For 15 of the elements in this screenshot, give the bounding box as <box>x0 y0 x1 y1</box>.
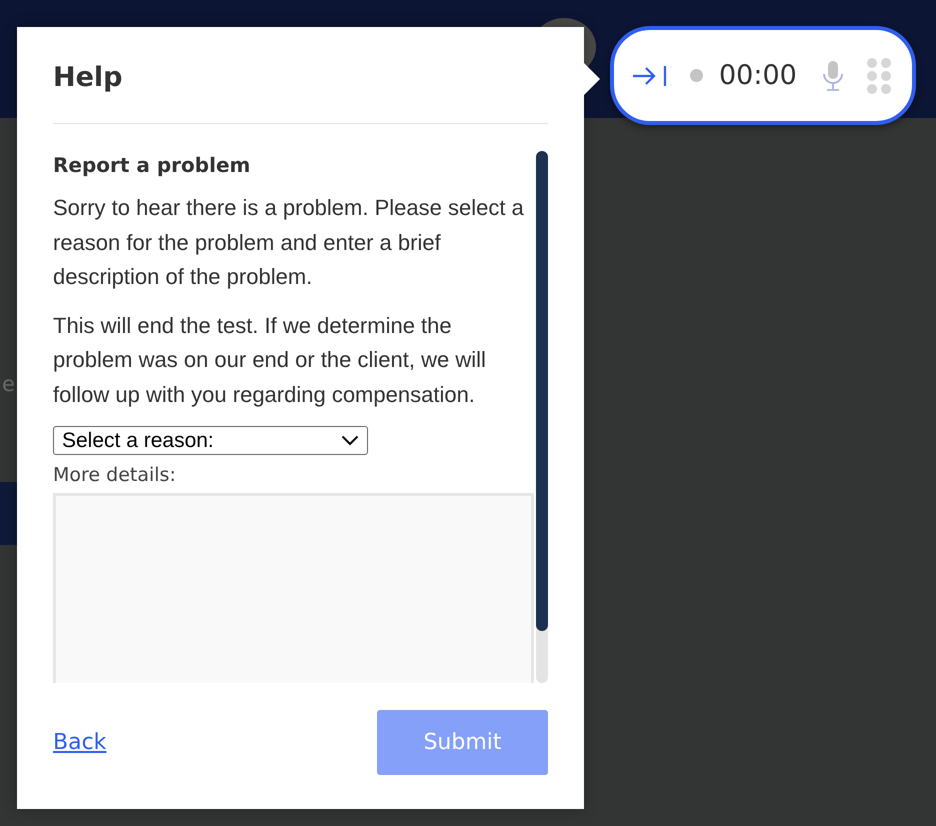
timer: 00:00 <box>719 60 797 91</box>
record-dot-icon <box>690 69 703 82</box>
drag-handle-icon[interactable] <box>866 56 892 94</box>
paragraph: This will end the test. If we determine the problem was on our end or the client, we will follow up with you regarding compensation. <box>53 312 487 409</box>
dialog-title: Help <box>53 61 124 95</box>
reason-select[interactable]: Select a reason: <box>53 426 368 455</box>
section-heading: Report a problem <box>53 153 252 177</box>
back-link[interactable]: Back <box>53 730 106 755</box>
details-field[interactable] <box>53 493 534 683</box>
paragraph: Sorry to hear there is a problem. Please select a reason for the problem and enter a brief description of the problem. <box>53 194 525 291</box>
details-label: More details: <box>53 463 177 488</box>
scrollbar[interactable] <box>536 151 548 683</box>
microphone-icon[interactable] <box>820 60 845 92</box>
chevron-down-icon <box>341 435 359 446</box>
collapse-arrow-icon[interactable] <box>632 64 668 88</box>
